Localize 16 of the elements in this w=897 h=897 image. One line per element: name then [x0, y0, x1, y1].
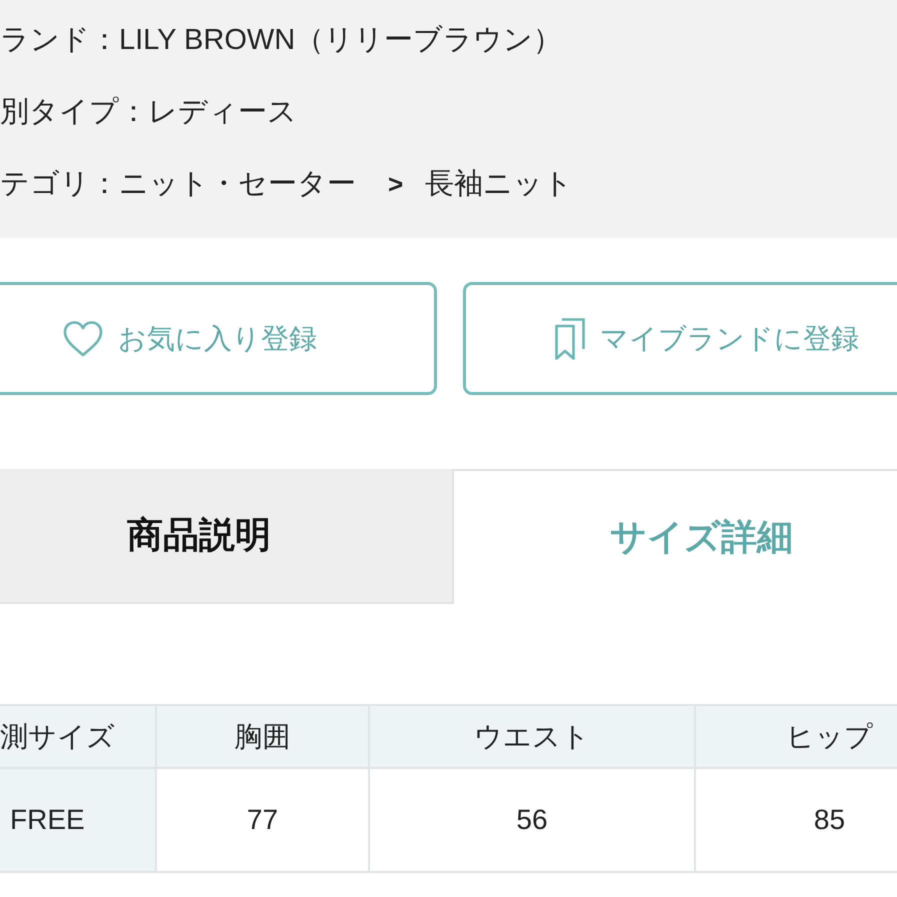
category-text: 長袖ニット [425, 167, 574, 202]
table-cell: FREE [0, 769, 155, 871]
tab[interactable]: サイズ詳細 [452, 469, 897, 604]
heart-icon [62, 320, 104, 358]
my-brand-button[interactable]: マイブランドに登録 [463, 282, 897, 395]
table-header: ヒップ [694, 706, 897, 769]
bookmark-icon [554, 316, 586, 360]
info-text: ランド：LILY BROWN（リリーブラウン） [0, 23, 562, 58]
table-header: 測サイズ [0, 706, 155, 769]
favorite-button[interactable]: お気に入り登録 [0, 282, 437, 395]
breadcrumb-separator: > [388, 168, 404, 200]
category-text: テゴリ：ニット・セーター [0, 167, 356, 202]
table-header: ウエスト [368, 706, 694, 769]
info-text: 別タイプ：レディース [0, 95, 297, 130]
table-header: 胸囲 [155, 706, 368, 769]
tab[interactable]: 商品説明 [0, 469, 452, 604]
